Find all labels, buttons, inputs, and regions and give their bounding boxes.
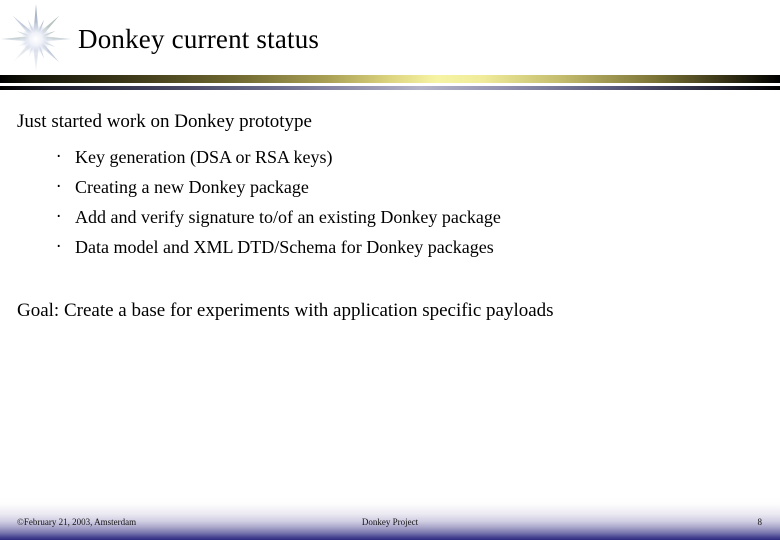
- list-item: · Key generation (DSA or RSA keys): [56, 142, 756, 172]
- bullet-list: · Key generation (DSA or RSA keys) · Cre…: [56, 142, 756, 262]
- slide-canvas: Donkey current status Just started work …: [0, 0, 780, 540]
- bullet-dot-icon: ·: [56, 147, 62, 167]
- slide-title-zone: Donkey current status: [0, 0, 780, 80]
- list-item: · Creating a new Donkey package: [56, 172, 756, 202]
- list-item-label: Add and verify signature to/of an existi…: [75, 207, 501, 227]
- page-title: Donkey current status: [78, 24, 320, 54]
- list-item: · Data model and XML DTD/Schema for Donk…: [56, 232, 756, 262]
- bullet-dot-icon: ·: [56, 237, 62, 257]
- list-item-label: Key generation (DSA or RSA keys): [75, 147, 333, 167]
- body-lead-line: Just started work on Donkey prototype: [17, 111, 312, 132]
- bullet-dot-icon: ·: [56, 177, 62, 197]
- goal-statement: Goal: Create a base for experiments with…: [17, 300, 554, 321]
- footer-project-name: Donkey Project: [361, 517, 419, 527]
- list-item-label: Creating a new Donkey package: [75, 177, 309, 197]
- title-divider-bar-lavender: [0, 86, 780, 90]
- slide-footer: ©February 21, 2003, Amsterdam Donkey Pro…: [0, 496, 780, 540]
- title-divider-bar-gold: [0, 75, 780, 83]
- footer-page-number: 8: [757, 517, 763, 527]
- list-item: · Add and verify signature to/of an exis…: [56, 202, 756, 232]
- starburst-icon: [0, 2, 72, 74]
- list-item-label: Data model and XML DTD/Schema for Donkey…: [75, 237, 494, 257]
- bullet-dot-icon: ·: [56, 207, 62, 227]
